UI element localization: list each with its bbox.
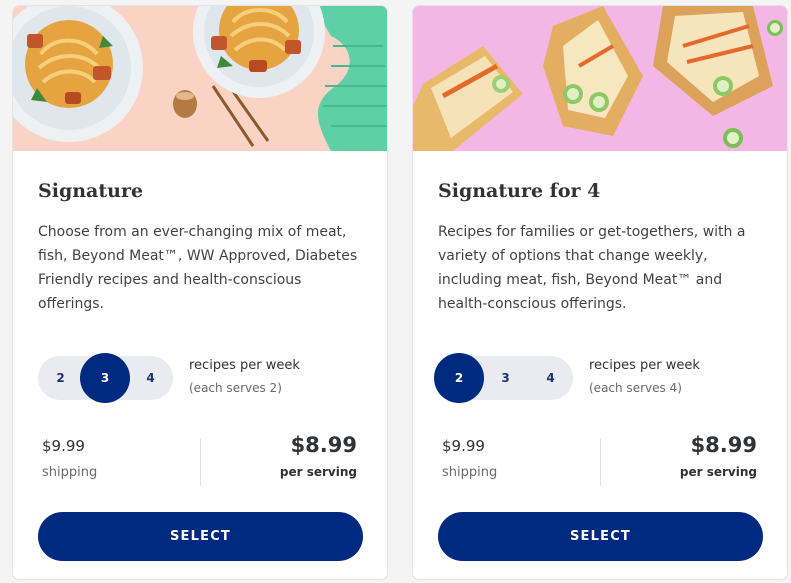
noodle-bowls-image: [13, 6, 387, 151]
price-per-serving: $8.99: [690, 433, 757, 457]
recipes-option-4[interactable]: 4: [128, 356, 173, 400]
plan-selection-page: Signature Choose from an ever-changing m…: [0, 0, 791, 583]
plan-card-signature-for-4: Signature for 4 Recipes for families or …: [412, 5, 788, 580]
recipes-option-3[interactable]: 3: [483, 356, 528, 400]
shipping-label: shipping: [42, 465, 98, 480]
recipes-option-4[interactable]: 4: [528, 356, 573, 400]
price-divider: [200, 438, 201, 486]
serves-label: (each serves 2): [189, 381, 282, 395]
select-button[interactable]: SELECT: [38, 512, 363, 561]
plan-description: Recipes for families or get-togethers, w…: [438, 224, 746, 312]
select-button[interactable]: SELECT: [438, 512, 763, 561]
serves-label: (each serves 4): [589, 381, 682, 395]
recipes-option-2-selected[interactable]: 2: [434, 353, 484, 403]
recipes-option-3-selected[interactable]: 3: [80, 353, 130, 403]
price-divider: [600, 438, 601, 486]
recipes-per-week-selector: 2 3 4: [434, 353, 573, 403]
shipping-price: $9.99: [442, 437, 485, 455]
plan-title: Signature: [38, 180, 144, 202]
shipping-price: $9.99: [42, 437, 85, 455]
shipping-label: shipping: [442, 465, 498, 480]
per-serving-label: per serving: [679, 465, 757, 479]
recipes-per-week-label: recipes per week: [189, 358, 300, 373]
price-per-serving: $8.99: [290, 433, 357, 457]
plan-title: Signature for 4: [438, 180, 601, 202]
recipes-per-week-selector: 2 3 4: [38, 353, 173, 403]
plan-description: Choose from an ever-changing mix of meat…: [38, 224, 358, 312]
recipes-option-2[interactable]: 2: [38, 356, 83, 400]
plan-card-signature: Signature Choose from an ever-changing m…: [12, 5, 388, 580]
sandwiches-image: [413, 6, 787, 151]
per-serving-label: per serving: [279, 465, 357, 479]
recipes-per-week-label: recipes per week: [589, 358, 700, 373]
